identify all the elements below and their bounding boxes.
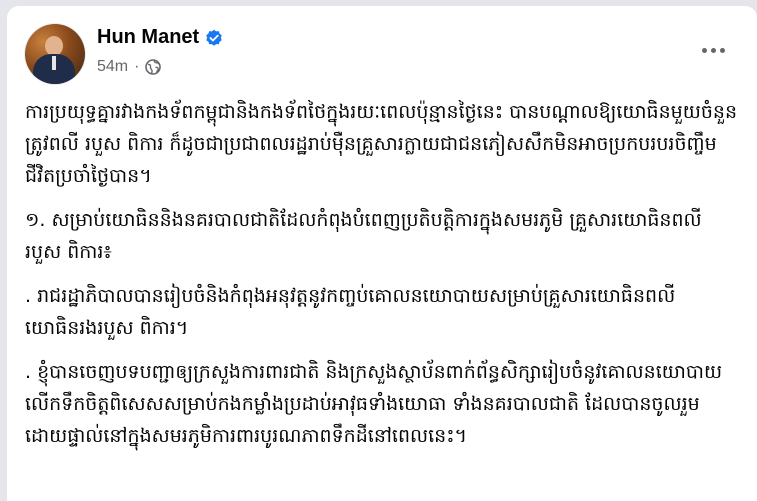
avatar-shirt — [52, 56, 56, 70]
profile-avatar[interactable] — [25, 24, 85, 84]
verified-badge-icon — [206, 29, 222, 46]
author-row: Hun Manet — [97, 26, 223, 49]
post-text: ការប្រយុទ្ធគ្នារវាងកងទ័ពកម្ពុជានិងកងទ័ពថ… — [25, 96, 737, 464]
more-dot — [701, 47, 707, 53]
post-paragraph: ការប្រយុទ្ធគ្នារវាងកងទ័ពកម្ពុជានិងកងទ័ពថ… — [25, 101, 737, 187]
author-name[interactable]: Hun Manet — [97, 26, 199, 49]
globe-icon[interactable] — [145, 59, 162, 75]
more-dot — [710, 47, 716, 53]
post-paragraph: ១. សម្រាប់យោធិននិងនគរបាលជាតិដែលកំពុងបំពេ… — [25, 209, 702, 263]
post-paragraph: . ខ្ញុំបានចេញបទបញ្ជាឲ្យក្រសួងការពារជាតិ … — [25, 361, 723, 447]
meta-separator: · — [134, 58, 140, 75]
post-timestamp[interactable]: 54m — [97, 58, 128, 76]
more-options-icon[interactable] — [695, 38, 731, 62]
more-dot — [719, 47, 725, 53]
post-card: Hun Manet 54m · ការប្រយុទ្ធគ្នារវាងកងទ័ព… — [7, 6, 757, 501]
post-meta: 54m · — [97, 58, 162, 76]
post-paragraph: . រាជរដ្ឋាភិបាលបានរៀបចំនិងកំពុងអនុវត្តនូ… — [25, 285, 676, 339]
avatar-head — [45, 36, 63, 56]
